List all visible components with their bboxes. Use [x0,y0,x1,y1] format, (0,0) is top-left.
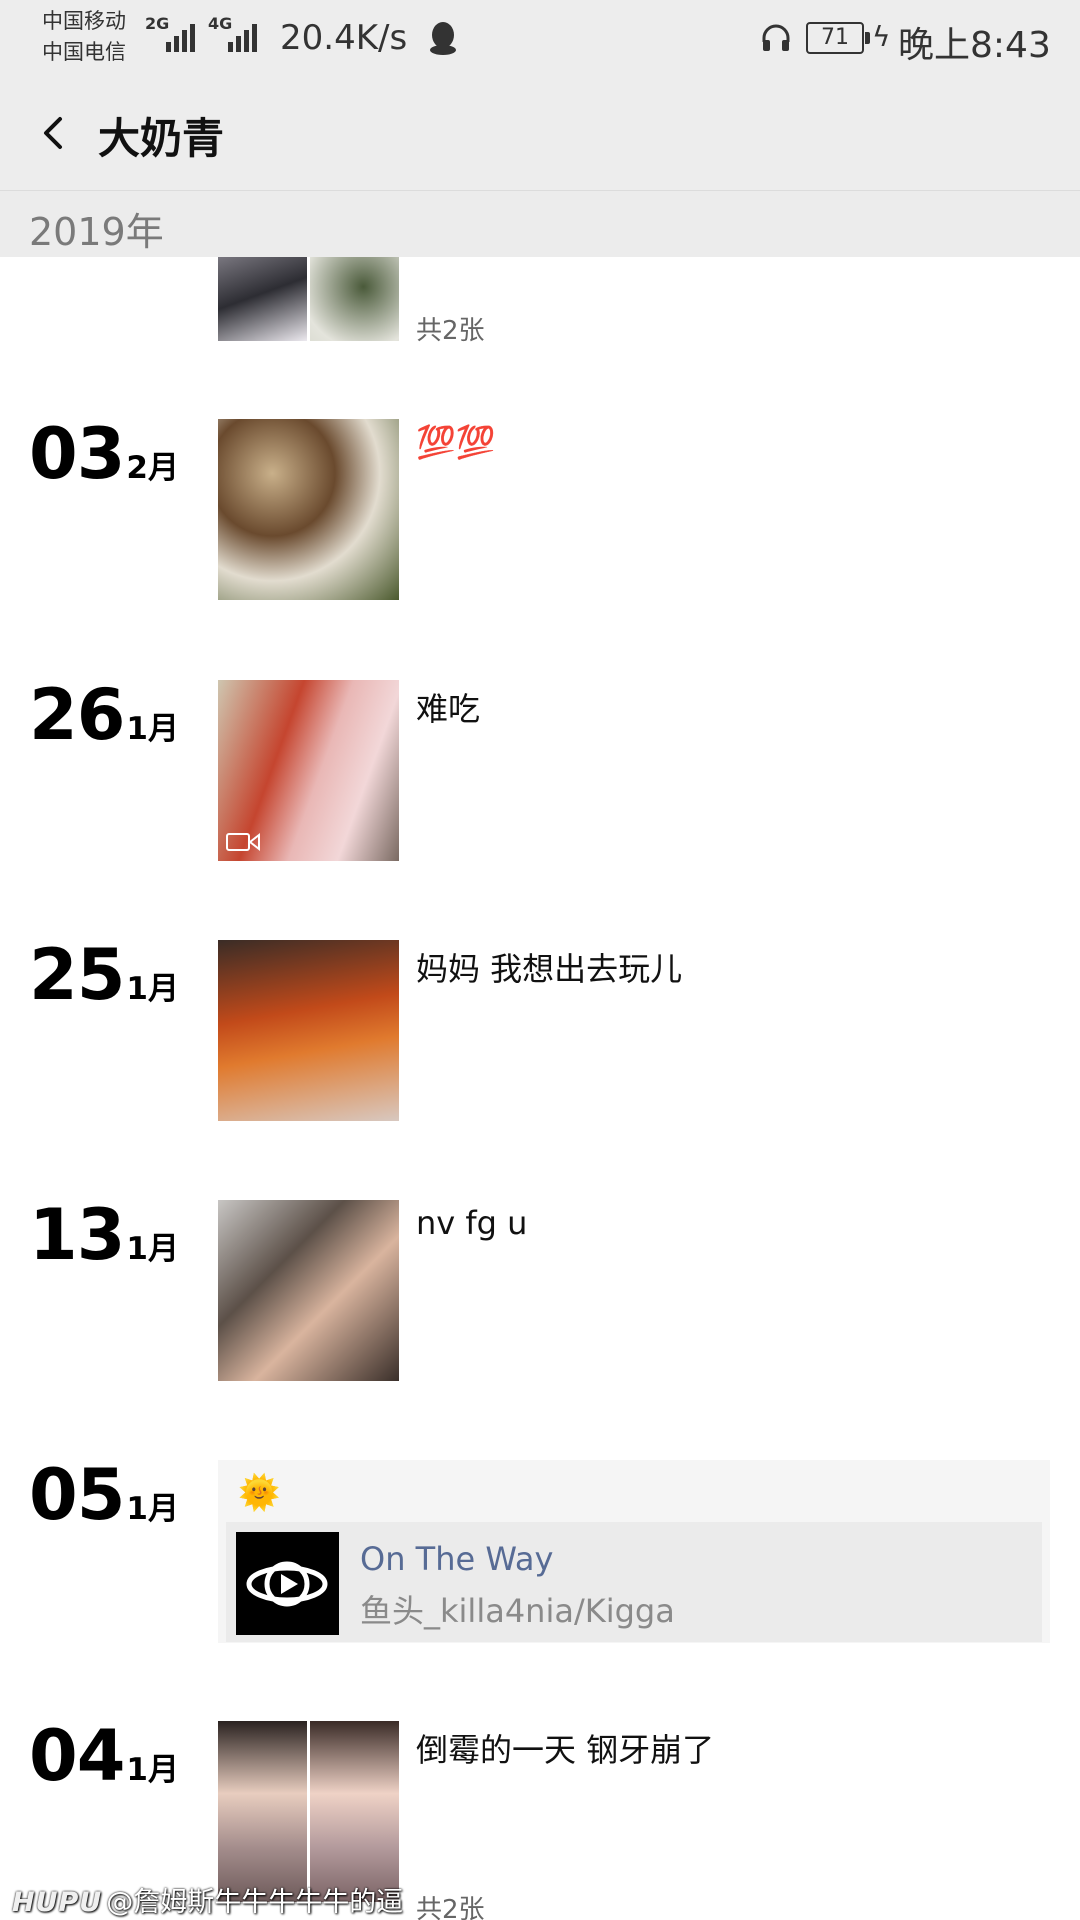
charging-bolt-icon: ϟ [872,20,891,53]
watermark-text: @詹姆斯牛牛牛牛牛的逼 [106,1887,404,1918]
entry-caption: 妈妈 我想出去玩儿 [416,950,683,988]
entry-date: 251月 [29,940,179,1010]
entry-day: 04 [29,1715,125,1797]
entry-month: 1月 [126,711,179,747]
entry-month: 1月 [126,1752,179,1788]
year-label: 2019年 [29,210,164,254]
song-artist: 鱼头_killa4nia/Kigga [360,1592,675,1630]
photo-thumbnail[interactable] [218,940,399,1121]
battery-icon: 71 [806,22,870,54]
entry-month: 1月 [126,1491,179,1527]
page-title: 大奶青 [98,114,225,163]
headset-icon [762,24,790,51]
entry-caption: nv fg u [416,1204,528,1242]
photo-thumbnail[interactable] [218,1200,399,1381]
album-art-icon [236,1532,339,1635]
entry-date: 131月 [29,1200,179,1270]
video-thumbnail[interactable] [218,680,399,861]
song-title: On The Way [360,1540,554,1578]
signal-strength-icon [166,18,195,52]
sun-emoji-icon: 🌞 [238,1473,281,1513]
entry-date: 261月 [29,680,179,750]
carrier-1: 中国移动 [42,9,126,33]
back-button[interactable] [26,103,86,163]
entry-caption: 倒霉的一天 钢牙崩了 [416,1731,715,1769]
qq-penguin-icon [430,22,456,55]
year-header: 2019年 [0,191,1080,257]
entry-day: 03 [29,413,125,495]
signal-strength-icon [228,18,257,52]
entry-month: 2月 [126,450,179,486]
carrier-labels: 中国移动 中国电信 [42,6,126,68]
photo-count: 共2张 [416,316,485,346]
moments-feed[interactable]: 共2张 032月 💯💯 261月 难吃 251月 妈妈 我想出去玩儿 131月 … [0,257,1080,1920]
entry-date: 051月 [29,1460,179,1530]
entry-date: 032月 [29,419,179,489]
clock: 晚上8:43 [898,25,1051,66]
entry-day: 05 [29,1454,125,1536]
carrier-2: 中国电信 [42,40,126,64]
entry-month: 1月 [126,971,179,1007]
entry-caption: 💯💯 [416,423,496,461]
video-icon [226,832,260,852]
status-bar: 中国移动 中国电信 2G 4G 20.4K/s 71 ϟ 晚上8:43 [0,0,1080,75]
entry-day: 13 [29,1194,125,1276]
title-bar: 大奶青 [0,75,1080,191]
entry-month: 1月 [126,1231,179,1267]
watermark-logo: HUPU [12,1887,103,1918]
entry-caption: 难吃 [416,690,481,728]
network-speed: 20.4K/s [280,18,408,58]
music-share-card[interactable]: 🌞 On The Way 鱼头_killa4nia/Kigga [218,1460,1050,1643]
photo-thumbnail[interactable] [218,419,399,600]
photo-thumbnail[interactable] [218,1721,399,1902]
music-link[interactable]: On The Way 鱼头_killa4nia/Kigga [226,1522,1042,1642]
entry-date: 041月 [29,1721,179,1791]
photo-count: 共2张 [416,1895,485,1920]
entry-day: 25 [29,934,125,1016]
entry-day: 26 [29,674,125,756]
chevron-left-icon [44,117,62,149]
photo-thumbnail[interactable] [218,257,399,341]
watermark: HUPU @詹姆斯牛牛牛牛牛的逼 [12,1880,403,1919]
